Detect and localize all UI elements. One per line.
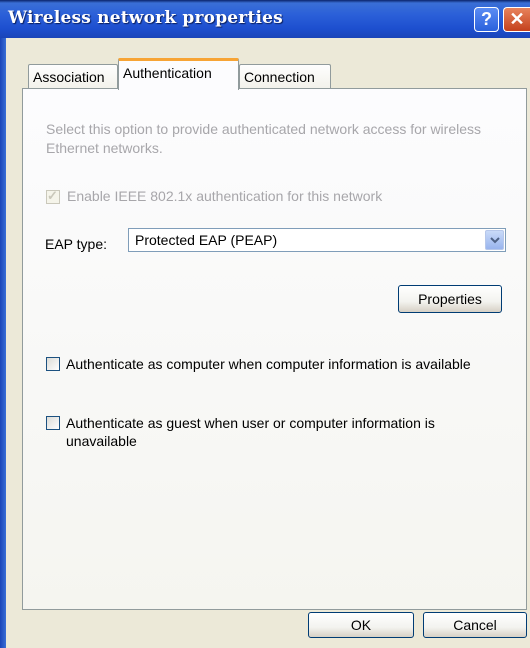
- eap-type-dropdown-button[interactable]: [485, 230, 504, 250]
- window-frame-left: [0, 38, 6, 648]
- window-title: Wireless network properties: [8, 8, 283, 28]
- close-icon: ✕: [509, 9, 525, 29]
- tab-connection-label: Connection: [244, 69, 315, 85]
- auth-as-computer-label[interactable]: Authenticate as computer when computer i…: [66, 355, 526, 373]
- help-icon: ?: [481, 9, 492, 29]
- close-button[interactable]: ✕: [503, 7, 530, 32]
- title-bar[interactable]: Wireless network properties ? ✕: [0, 0, 530, 38]
- auth-as-computer-checkbox[interactable]: [46, 357, 60, 371]
- tab-authentication-label: Authentication: [123, 65, 212, 81]
- chevron-down-icon: [490, 237, 500, 244]
- help-button[interactable]: ?: [474, 7, 499, 32]
- tab-association-label: Association: [33, 69, 105, 85]
- auth-as-guest-label[interactable]: Authenticate as guest when user or compu…: [66, 414, 486, 450]
- auth-as-guest-checkbox[interactable]: [46, 416, 60, 430]
- authentication-panel: [22, 88, 527, 610]
- cancel-button[interactable]: Cancel: [423, 612, 527, 638]
- enable-8021x-checkbox[interactable]: [46, 188, 60, 204]
- authentication-description: Select this option to provide authentica…: [46, 121, 482, 156]
- tab-connection[interactable]: Connection: [239, 64, 331, 89]
- properties-button[interactable]: Properties: [398, 285, 502, 313]
- enable-8021x-label: Enable IEEE 802.1x authentication for th…: [67, 188, 383, 204]
- eap-type-label: EAP type:: [45, 236, 108, 252]
- tab-authentication[interactable]: Authentication: [118, 58, 239, 90]
- eap-type-select[interactable]: Protected EAP (PEAP): [128, 228, 506, 252]
- eap-type-value: Protected EAP (PEAP): [135, 232, 278, 248]
- ok-button[interactable]: OK: [308, 612, 414, 638]
- tab-association[interactable]: Association: [28, 64, 118, 89]
